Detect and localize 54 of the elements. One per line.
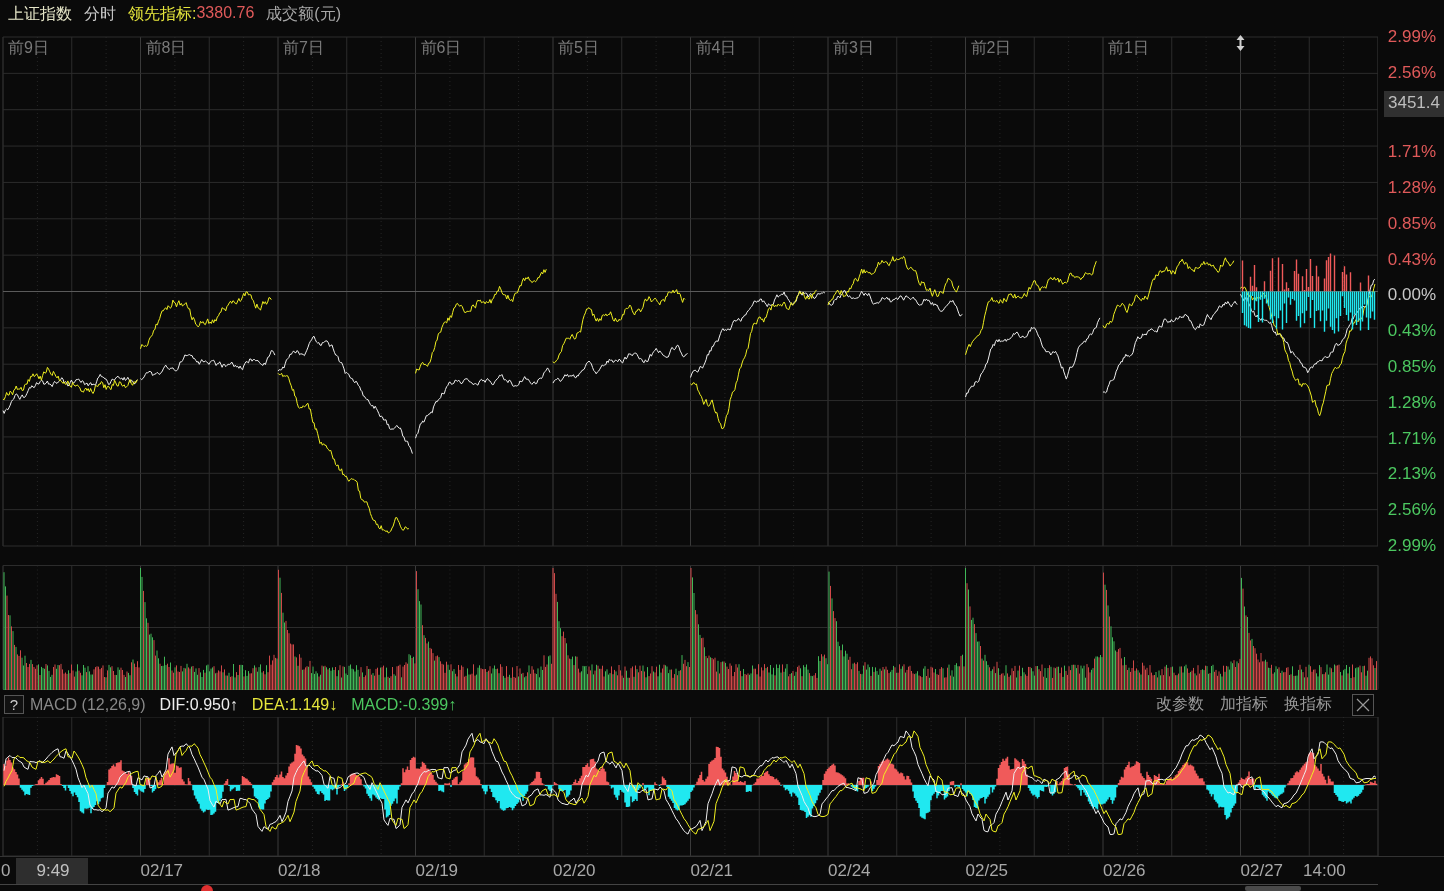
axis-label: 2.56% <box>1387 501 1436 520</box>
axis-label: 2.99% <box>1387 28 1436 46</box>
axis-label: 0.43% <box>1387 322 1436 341</box>
axis-label: 0.00% <box>1387 286 1436 305</box>
close-icon <box>1356 697 1370 712</box>
mode-label: 分时 <box>84 3 116 24</box>
add-indicator-button[interactable]: 加指标 <box>1214 694 1274 715</box>
edit-params-button[interactable]: 改参数 <box>1150 694 1210 715</box>
day-label: 前3日 <box>833 39 874 56</box>
close-button[interactable] <box>1352 693 1374 716</box>
date-label: 02/25 <box>965 860 1009 881</box>
day-label: 前6日 <box>420 39 462 56</box>
day-label: 前2日 <box>970 39 1012 56</box>
date-label: 02/20 <box>553 860 596 881</box>
axis-label: 1.71% <box>1387 429 1436 448</box>
date-label: 02/17 <box>140 860 184 881</box>
indicator-label: 领先指标: <box>128 3 197 24</box>
marker-icon <box>201 885 213 891</box>
scrollbar-thumb[interactable] <box>1245 886 1301 891</box>
day-label: 前9日 <box>8 39 49 56</box>
date-label: 02/21 <box>690 860 734 881</box>
date-label: 02/18 <box>278 860 321 881</box>
axis-label: 0.85% <box>1387 214 1436 233</box>
axis-label: 1.28% <box>1387 393 1436 412</box>
axis-label: 2.99% <box>1387 536 1436 555</box>
time-label: 0 <box>1 860 11 881</box>
dif-value: DIF:0.950↑ <box>159 695 238 714</box>
date-label: 02/26 <box>1103 860 1146 881</box>
index-title: 上证指数 <box>8 3 72 24</box>
dea-value: DEA:1.149↓ <box>251 695 338 714</box>
cursor-time-label: 9:49 <box>16 857 88 884</box>
day-label: 前4日 <box>695 39 737 56</box>
axis-label: 0.43% <box>1387 250 1436 269</box>
price-badge: 3451.4 <box>1384 90 1444 117</box>
day-label: 前7日 <box>283 39 324 56</box>
axis-label: 1.71% <box>1387 143 1436 162</box>
help-button[interactable]: ? <box>4 695 24 714</box>
date-label: 02/19 <box>415 860 459 881</box>
macd-value: MACD:-0.399↑ <box>351 695 457 714</box>
switch-indicator-button[interactable]: 换指标 <box>1278 694 1338 715</box>
date-label: 02/24 <box>828 860 871 881</box>
day-label: 前1日 <box>1108 39 1149 56</box>
indicator-name: MACD (12,26,9) <box>30 695 146 714</box>
turnover-label: 成交额(元) <box>266 3 341 24</box>
resize-handle-icon[interactable] <box>1236 35 1245 51</box>
day-label: 前5日 <box>558 39 599 56</box>
time-label: 14:00 <box>1303 860 1346 881</box>
date-label: 02/27 <box>1240 860 1284 881</box>
axis-label: 1.28% <box>1387 179 1436 198</box>
axis-label: 2.56% <box>1387 63 1436 82</box>
indicator-value: 3380.76 <box>196 3 255 23</box>
axis-label: 2.13% <box>1387 465 1436 484</box>
axis-label: 0.85% <box>1387 358 1436 377</box>
day-label: 前8日 <box>145 39 187 56</box>
